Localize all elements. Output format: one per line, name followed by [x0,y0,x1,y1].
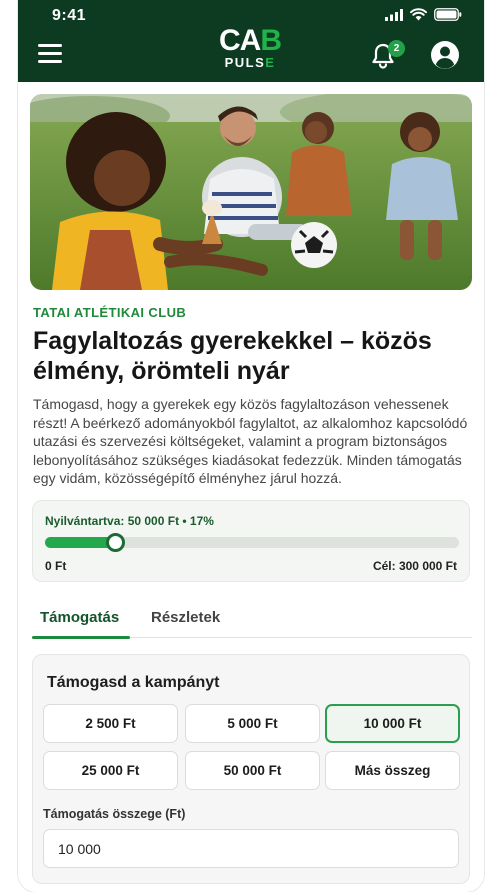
progress-track [45,533,459,552]
campaign-description: Támogasd, hogy a gyerekek egy közös fagy… [33,396,468,486]
status-icons [385,8,462,21]
notification-count-badge: 2 [388,40,405,57]
tab-support[interactable]: Támogatás [40,609,119,626]
support-title: Támogasd a kampányt [47,674,220,691]
campaign-tabs: Támogatás Részletek [32,600,472,639]
support-panel: Támogasd a kampányt 2 500 Ft 5 000 Ft 10… [32,654,470,884]
wifi-icon [410,8,427,21]
amount-option-50000[interactable]: 50 000 Ft [185,751,320,790]
progress-goal-label: Cél: 300 000 Ft [372,559,457,573]
progress-min-label: 0 Ft [45,559,67,573]
cab-pulse-logo: CAB PULSE [218,24,282,71]
top-app-bar: 9:41 CAB PULSE 2 [18,0,484,82]
registered-amount-label: Nyilvántartva: 50 000 Ft • 17% [45,514,214,528]
app-navigation: CAB PULSE 2 [18,26,484,82]
phone-screen: 9:41 CAB PULSE 2 TATAI ATLÉTIKAI CLUB Fa… [18,0,484,892]
club-name: TATAI ATLÉTIKAI CLUB [33,305,187,320]
hamburger-menu-icon[interactable] [38,44,62,64]
funding-progress-card: Nyilvántartva: 50 000 Ft • 17% 0 Ft Cél:… [32,500,470,582]
active-tab-indicator [32,636,130,639]
amount-option-2500[interactable]: 2 500 Ft [43,704,178,743]
signal-icon [385,8,403,21]
amount-field-label: Támogatás összege (Ft) [43,807,186,821]
progress-fill [45,537,116,548]
progress-handle[interactable] [106,533,126,552]
tab-details[interactable]: Részletek [151,609,220,626]
amount-input[interactable] [43,829,459,868]
amount-option-custom[interactable]: Más összeg [325,751,460,790]
amount-option-25000[interactable]: 25 000 Ft [43,751,178,790]
battery-icon [434,8,462,21]
campaign-hero-image [30,94,472,290]
amount-option-5000[interactable]: 5 000 Ft [185,704,320,743]
user-avatar-icon[interactable] [430,40,460,70]
amount-option-10000[interactable]: 10 000 Ft [325,704,460,743]
campaign-title: Fagylaltozás gyerekekkel – közös élmény,… [33,327,432,385]
status-time: 9:41 [52,7,87,24]
